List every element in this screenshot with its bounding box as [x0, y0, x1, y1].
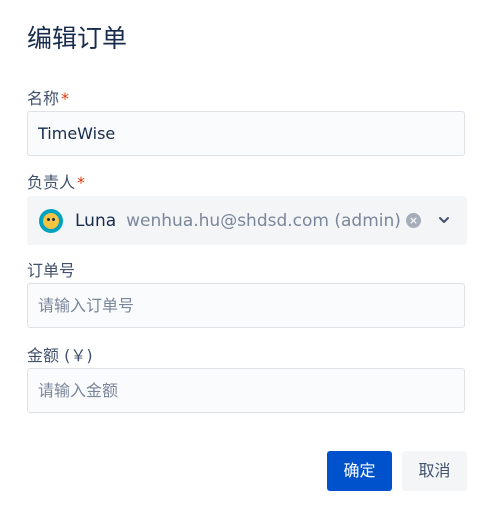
owner-label: 负责人 *: [27, 173, 85, 193]
amount-label: 金额 (￥): [27, 346, 93, 366]
clear-icon[interactable]: ×: [406, 213, 421, 228]
owner-select[interactable]: Luna wenhua.hu@shdsd.com (admin) ×: [27, 196, 467, 245]
chevron-down-icon[interactable]: [436, 212, 452, 228]
amount-input[interactable]: [38, 381, 454, 400]
owner-email: wenhua.hu@shdsd.com (admin): [126, 210, 401, 231]
owner-label-text: 负责人: [27, 173, 76, 192]
name-field[interactable]: [27, 111, 465, 156]
amount-field[interactable]: [27, 368, 465, 413]
order-number-input[interactable]: [38, 296, 454, 315]
name-input[interactable]: [38, 124, 454, 143]
order-number-field[interactable]: [27, 283, 465, 328]
order-number-label: 订单号: [27, 261, 75, 281]
name-label-text: 名称: [27, 89, 60, 108]
avatar: [39, 208, 63, 233]
required-mark: *: [61, 89, 70, 108]
required-mark: *: [77, 173, 86, 192]
confirm-button[interactable]: 确定: [327, 451, 392, 491]
owner-name: Luna: [75, 210, 117, 231]
edit-order-dialog: 编辑订单 名称* 负责人* Luna wenhua.hu@shdsd.com (…: [0, 0, 495, 518]
dialog-title: 编辑订单: [27, 24, 128, 53]
amount-label-text: 金额 (￥): [27, 346, 93, 365]
order-number-label-text: 订单号: [27, 261, 76, 280]
name-label: 名称 *: [27, 89, 69, 109]
cancel-button[interactable]: 取消: [402, 451, 467, 491]
